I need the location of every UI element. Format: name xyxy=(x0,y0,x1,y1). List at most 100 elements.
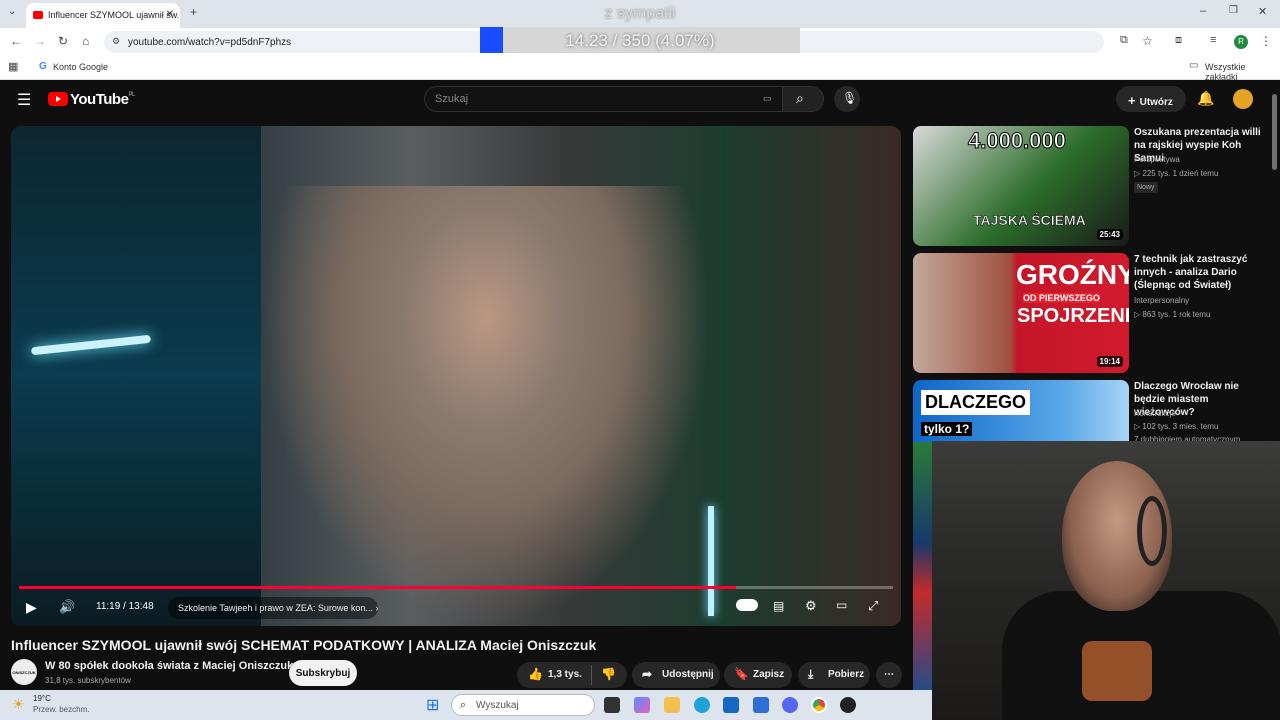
outlook-icon[interactable] xyxy=(723,697,739,713)
windows-start-icon[interactable]: ⊞ xyxy=(426,695,439,715)
recommendation-item[interactable]: 4.000.000 TAJSKA ŚCIEMA 25:43 Oszukana p… xyxy=(913,126,1273,246)
save-button[interactable]: 🔖 Zapisz xyxy=(724,662,792,688)
user-avatar[interactable] xyxy=(1233,89,1253,109)
recommendation-title[interactable]: 7 technik jak zastraszyć innych - analiz… xyxy=(1134,253,1269,292)
tab-search-icon[interactable]: ⌄ xyxy=(8,6,16,17)
thumb-text: OD PIERWSZEGO xyxy=(1023,293,1100,303)
reload-icon[interactable]: ↻ xyxy=(58,34,68,48)
video-frame-presenter xyxy=(261,186,711,626)
more-actions-button[interactable]: ⋯ xyxy=(876,662,902,688)
home-icon[interactable]: ⌂ xyxy=(82,34,89,48)
site-info-icon[interactable]: ⚙ xyxy=(112,36,120,47)
recommendation-thumbnail[interactable]: 4.000.000 TAJSKA ŚCIEMA 25:43 xyxy=(913,126,1129,246)
download-icon: ⤓ xyxy=(808,667,814,681)
recommendation-channel[interactable]: Perspektywa xyxy=(1134,155,1180,164)
weather-icon[interactable]: ☀ xyxy=(12,696,25,713)
overlay-title: z sympatii xyxy=(604,5,676,22)
chapter-button[interactable]: Szkolenie Tawjeeh i prawo w ZEA: Surowe … xyxy=(168,597,378,619)
minimize-icon[interactable]: – xyxy=(1200,5,1206,17)
theater-mode-icon[interactable]: ▭ xyxy=(836,598,847,612)
discord-icon[interactable] xyxy=(782,697,798,713)
profile-avatar[interactable]: R xyxy=(1234,35,1248,49)
all-bookmarks[interactable]: Wszystkie zakładki xyxy=(1205,62,1280,82)
recommendation-thumbnail[interactable]: DLACZEGO tylko 1? xyxy=(913,380,1129,442)
recommendation-meta: ▷ 863 tys. 1 rok temu xyxy=(1134,310,1211,319)
microphone-icon: 🎙 xyxy=(842,91,858,105)
weather-description: Przew. bezchm. xyxy=(33,705,90,714)
back-icon[interactable]: ← xyxy=(10,34,22,48)
bookmark-konto-google[interactable]: Konto Google xyxy=(53,62,108,72)
close-window-icon[interactable]: ✕ xyxy=(1258,5,1267,18)
new-tab-icon[interactable]: + xyxy=(190,5,197,19)
channel-name[interactable]: W 80 spółek dookoła świata z Maciej Onis… xyxy=(45,660,293,672)
like-button-thumb-icon[interactable]: 👍 xyxy=(528,667,543,681)
chapter-title: Szkolenie Tawjeeh i prawo w ZEA: Surowe … xyxy=(178,603,373,613)
video-progress-bar[interactable] xyxy=(19,586,893,589)
url-text: youtube.com/watch?v=pd5dnF7phzs xyxy=(128,37,292,48)
install-app-icon[interactable]: ⧉ xyxy=(1120,34,1128,47)
store-icon[interactable] xyxy=(753,697,769,713)
bookmark-icon: 🔖 xyxy=(734,667,749,681)
overlay-progress-text: 14.23 / 350 (4.07%) xyxy=(565,31,715,50)
subscribe-button[interactable]: Subskrybuj xyxy=(289,660,357,686)
chrome-icon[interactable] xyxy=(811,697,827,713)
obs-icon[interactable] xyxy=(840,697,856,713)
recommendation-channel[interactable]: Konstrukcje xyxy=(1134,409,1176,418)
bookmark-star-icon[interactable]: ☆ xyxy=(1142,34,1153,48)
close-tab-icon[interactable]: ✕ xyxy=(166,9,174,20)
settings-gear-icon[interactable]: ⚙ xyxy=(805,598,817,614)
share-button[interactable]: ➦ Udostępnij xyxy=(632,662,720,688)
chapter-arrow-icon: › xyxy=(375,603,378,613)
youtube-logo[interactable]: YouTubePL xyxy=(48,91,135,108)
windows-taskbar: ☀ 19°C Przew. bezchm. ⊞ ⌕ Wyszukaj xyxy=(0,690,932,720)
task-view-icon[interactable] xyxy=(604,697,620,713)
taskbar-search-placeholder: Wyszukaj xyxy=(476,700,519,711)
taskbar-search-input[interactable]: ⌕ Wyszukaj xyxy=(451,694,595,716)
video-player[interactable]: ▶ 🔊 11:19 / 13:48 Szkolenie Tawjeeh i pr… xyxy=(11,126,901,626)
apps-grid-icon[interactable]: ▦ xyxy=(8,60,18,73)
create-button[interactable]: + Utwórz xyxy=(1116,86,1186,112)
recommendation-thumbnails-partial[interactable] xyxy=(913,442,932,692)
search-button[interactable]: ⌕ xyxy=(782,86,824,112)
page-scrollbar[interactable] xyxy=(1272,94,1277,170)
video-duration: 19:14 xyxy=(1096,356,1123,367)
download-button[interactable]: ⤓ Pobierz xyxy=(798,662,870,688)
download-label: Pobierz xyxy=(828,669,865,680)
menu-kebab-icon[interactable]: ⋮ xyxy=(1260,34,1272,48)
autoplay-toggle[interactable] xyxy=(736,599,758,611)
recommendation-thumbnail[interactable]: GROŹNY OD PIERWSZEGO SPOJRZENIA 19:14 xyxy=(913,253,1129,373)
share-icon: ➦ xyxy=(642,667,653,681)
like-count[interactable]: 1,3 tys. xyxy=(548,669,582,680)
recommendation-item[interactable]: GROŹNY OD PIERWSZEGO SPOJRZENIA 19:14 7 … xyxy=(913,253,1273,375)
search-input[interactable]: Szukaj ▭ xyxy=(424,86,784,112)
play-icon[interactable]: ▶ xyxy=(26,599,37,616)
recommendation-channel[interactable]: Interpersonalny xyxy=(1134,296,1189,305)
keyboard-icon[interactable]: ▭ xyxy=(763,93,772,104)
hamburger-menu-icon[interactable]: ☰ xyxy=(17,90,31,110)
browser-tab[interactable]: Influencer SZYMOOL ujawnił sw... ✕ xyxy=(26,3,180,28)
subtitles-icon[interactable]: ▤ xyxy=(773,599,784,613)
forward-icon[interactable]: → xyxy=(34,34,46,48)
voice-search-button[interactable]: 🎙 xyxy=(834,86,860,112)
notifications-bell-icon[interactable]: 🔔 xyxy=(1197,90,1214,107)
headphones-icon xyxy=(1137,496,1167,566)
fullscreen-icon[interactable]: ⤢ xyxy=(868,598,878,614)
logo-text: YouTube xyxy=(70,91,129,108)
media-icon[interactable]: ≡ xyxy=(1210,34,1216,46)
copilot-icon[interactable] xyxy=(634,697,650,713)
edge-icon[interactable] xyxy=(694,697,710,713)
share-label: Udostępnij xyxy=(662,669,714,680)
streamer-webcam xyxy=(932,441,1280,720)
webcam-shirt-print xyxy=(1082,641,1152,701)
maximize-icon[interactable]: ❐ xyxy=(1229,5,1238,16)
channel-avatar[interactable]: ONISZCZUK xyxy=(11,659,37,685)
youtube-favicon-icon xyxy=(33,11,43,19)
recommendation-item[interactable]: DLACZEGO tylko 1? Dlaczego Wrocław nie b… xyxy=(913,380,1273,444)
file-explorer-icon[interactable] xyxy=(664,697,680,713)
volume-icon[interactable]: 🔊 xyxy=(59,599,75,615)
weather-temperature[interactable]: 19°C xyxy=(33,694,51,703)
plus-icon: + xyxy=(1128,93,1136,108)
video-frame-bookshelf xyxy=(11,126,261,626)
dislike-button-icon[interactable]: 👎 xyxy=(601,667,616,681)
extensions-icon[interactable]: ⧈ xyxy=(1175,34,1182,47)
